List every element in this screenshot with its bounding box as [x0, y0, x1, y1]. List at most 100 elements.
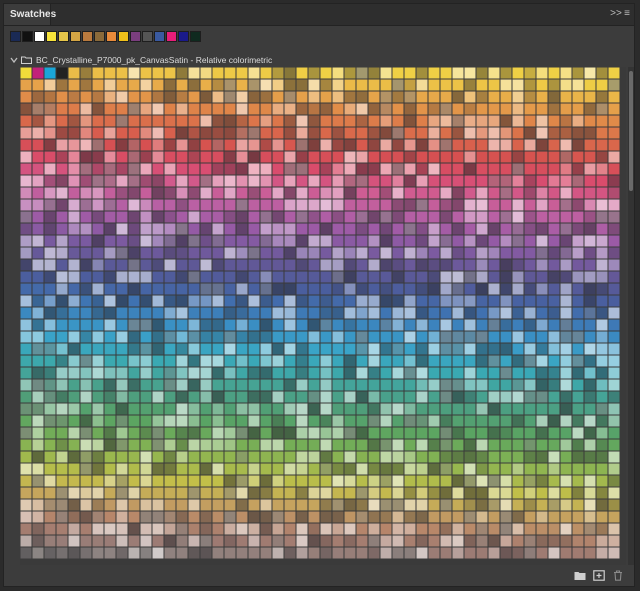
swatch[interactable]	[296, 331, 308, 343]
swatch[interactable]	[476, 283, 488, 295]
swatch[interactable]	[104, 115, 116, 127]
swatch[interactable]	[332, 91, 344, 103]
swatch[interactable]	[224, 343, 236, 355]
swatch[interactable]	[32, 427, 44, 439]
swatch[interactable]	[404, 187, 416, 199]
swatch[interactable]	[128, 283, 140, 295]
collapse-panel-button[interactable]: >>	[610, 7, 622, 21]
swatch[interactable]	[248, 319, 260, 331]
swatch[interactable]	[488, 511, 500, 523]
recent-swatch[interactable]	[118, 31, 129, 42]
swatch[interactable]	[92, 163, 104, 175]
swatch[interactable]	[56, 295, 68, 307]
swatch[interactable]	[20, 355, 32, 367]
swatch[interactable]	[128, 331, 140, 343]
swatch[interactable]	[116, 343, 128, 355]
swatch[interactable]	[428, 319, 440, 331]
swatch[interactable]	[80, 403, 92, 415]
swatch[interactable]	[320, 259, 332, 271]
swatch[interactable]	[356, 127, 368, 139]
swatch[interactable]	[524, 151, 536, 163]
swatch[interactable]	[416, 547, 428, 559]
swatch[interactable]	[44, 103, 56, 115]
swatch[interactable]	[416, 235, 428, 247]
swatch[interactable]	[344, 451, 356, 463]
swatch[interactable]	[128, 271, 140, 283]
swatch[interactable]	[260, 475, 272, 487]
swatch[interactable]	[260, 319, 272, 331]
swatch[interactable]	[56, 211, 68, 223]
swatch[interactable]	[560, 67, 572, 79]
swatch[interactable]	[320, 535, 332, 547]
swatch[interactable]	[56, 547, 68, 559]
swatch[interactable]	[188, 67, 200, 79]
swatch[interactable]	[500, 535, 512, 547]
swatch[interactable]	[32, 139, 44, 151]
swatch[interactable]	[188, 127, 200, 139]
swatch[interactable]	[596, 439, 608, 451]
swatch[interactable]	[572, 427, 584, 439]
swatch[interactable]	[224, 127, 236, 139]
swatch[interactable]	[284, 463, 296, 475]
swatch[interactable]	[164, 271, 176, 283]
swatch[interactable]	[200, 511, 212, 523]
swatch[interactable]	[452, 151, 464, 163]
swatch[interactable]	[188, 391, 200, 403]
swatch[interactable]	[200, 331, 212, 343]
swatch[interactable]	[500, 343, 512, 355]
swatch[interactable]	[140, 67, 152, 79]
swatch[interactable]	[536, 475, 548, 487]
swatch[interactable]	[476, 499, 488, 511]
swatch[interactable]	[200, 463, 212, 475]
swatch[interactable]	[500, 163, 512, 175]
swatch[interactable]	[416, 259, 428, 271]
swatch[interactable]	[272, 487, 284, 499]
swatch[interactable]	[68, 295, 80, 307]
swatch[interactable]	[452, 247, 464, 259]
swatch[interactable]	[32, 403, 44, 415]
swatch[interactable]	[92, 67, 104, 79]
swatch[interactable]	[140, 187, 152, 199]
swatch[interactable]	[500, 235, 512, 247]
swatch[interactable]	[92, 259, 104, 271]
swatch[interactable]	[20, 487, 32, 499]
swatch[interactable]	[116, 535, 128, 547]
swatch[interactable]	[32, 259, 44, 271]
swatch[interactable]	[344, 271, 356, 283]
swatch[interactable]	[188, 235, 200, 247]
swatch[interactable]	[380, 235, 392, 247]
swatch[interactable]	[368, 451, 380, 463]
swatch[interactable]	[404, 343, 416, 355]
swatch[interactable]	[308, 115, 320, 127]
swatch[interactable]	[416, 367, 428, 379]
swatch[interactable]	[584, 175, 596, 187]
swatch[interactable]	[440, 379, 452, 391]
swatch[interactable]	[596, 427, 608, 439]
swatch[interactable]	[584, 259, 596, 271]
swatch[interactable]	[128, 91, 140, 103]
swatch[interactable]	[164, 247, 176, 259]
swatch[interactable]	[176, 391, 188, 403]
swatch[interactable]	[476, 427, 488, 439]
swatch[interactable]	[560, 343, 572, 355]
swatch[interactable]	[608, 427, 620, 439]
swatch[interactable]	[80, 127, 92, 139]
swatch[interactable]	[488, 175, 500, 187]
swatch[interactable]	[512, 547, 524, 559]
swatch[interactable]	[428, 463, 440, 475]
swatch[interactable]	[548, 67, 560, 79]
swatch[interactable]	[104, 511, 116, 523]
swatch[interactable]	[344, 415, 356, 427]
swatch[interactable]	[392, 211, 404, 223]
swatch[interactable]	[176, 271, 188, 283]
swatch[interactable]	[176, 307, 188, 319]
swatch[interactable]	[224, 271, 236, 283]
swatch[interactable]	[224, 355, 236, 367]
swatch[interactable]	[284, 307, 296, 319]
swatch[interactable]	[80, 439, 92, 451]
swatch[interactable]	[464, 163, 476, 175]
swatch[interactable]	[20, 271, 32, 283]
swatch[interactable]	[608, 391, 620, 403]
swatch[interactable]	[500, 367, 512, 379]
swatch[interactable]	[200, 487, 212, 499]
